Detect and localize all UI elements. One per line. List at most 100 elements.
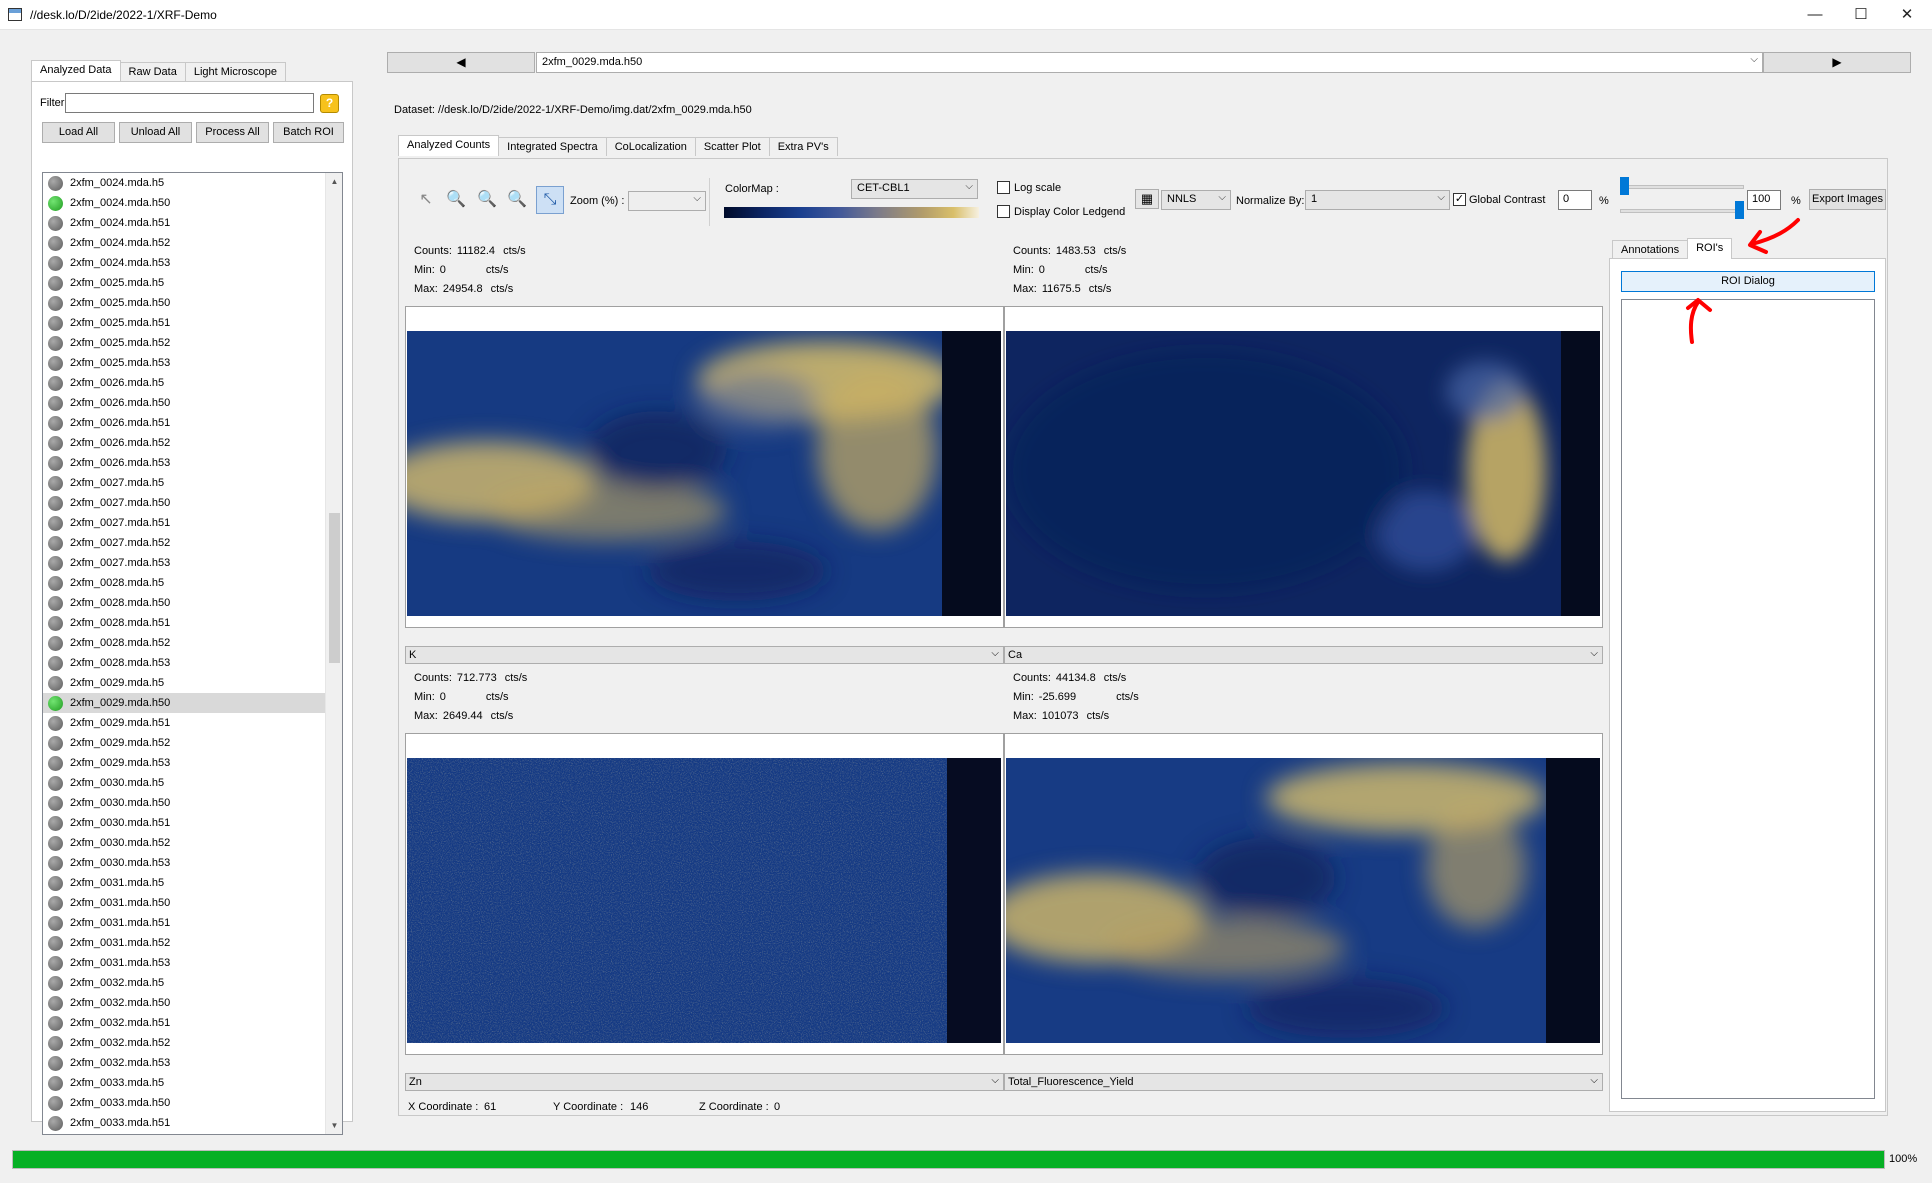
list-item[interactable]: 2xfm_0024.mda.h51 <box>43 213 342 233</box>
pointer-icon[interactable]: ↖ <box>413 187 439 213</box>
list-item[interactable]: 2xfm_0030.mda.h53 <box>43 853 342 873</box>
list-item[interactable]: 2xfm_0030.mda.h50 <box>43 793 342 813</box>
scroll-up-icon[interactable]: ▲ <box>326 173 342 190</box>
list-item[interactable]: 2xfm_0024.mda.h52 <box>43 233 342 253</box>
list-item[interactable]: 2xfm_0031.mda.h51 <box>43 913 342 933</box>
zoom-reset-icon[interactable]: 🔍 <box>504 187 530 213</box>
list-item[interactable]: 2xfm_0026.mda.h50 <box>43 393 342 413</box>
load-all-button[interactable]: Load All <box>42 122 115 143</box>
unload-all-button[interactable]: Unload All <box>119 122 192 143</box>
list-item[interactable]: 2xfm_0025.mda.h52 <box>43 333 342 353</box>
list-item[interactable]: 2xfm_0028.mda.h51 <box>43 613 342 633</box>
list-item[interactable]: 2xfm_0025.mda.h53 <box>43 353 342 373</box>
element-select[interactable]: K ⌵ <box>405 646 1004 664</box>
list-item[interactable]: 2xfm_0026.mda.h52 <box>43 433 342 453</box>
log-scale-checkbox[interactable] <box>997 181 1010 194</box>
contrast-min-slider[interactable] <box>1620 177 1744 195</box>
tab-light-microscope[interactable]: Light Microscope <box>184 62 286 81</box>
global-contrast-checkbox[interactable]: ✓ <box>1453 193 1466 206</box>
element-map-image[interactable] <box>407 331 1001 616</box>
list-item[interactable]: 2xfm_0033.mda.h50 <box>43 1093 342 1113</box>
list-item[interactable]: 2xfm_0033.mda.h51 <box>43 1113 342 1133</box>
list-item[interactable]: 2xfm_0031.mda.h5 <box>43 873 342 893</box>
element-map-image[interactable] <box>1006 758 1600 1043</box>
file-list[interactable]: 2xfm_0024.mda.h5 2xfm_0024.mda.h50 2xfm_00… <box>42 172 343 1135</box>
list-item[interactable]: 2xfm_0028.mda.h50 <box>43 593 342 613</box>
element-select[interactable]: Ca ⌵ <box>1004 646 1603 664</box>
list-item[interactable]: 2xfm_0030.mda.h52 <box>43 833 342 853</box>
list-item[interactable]: 2xfm_0029.mda.h51 <box>43 713 342 733</box>
tab-analyzed-counts[interactable]: Analyzed Counts <box>398 135 500 156</box>
list-item[interactable]: 2xfm_0025.mda.h5 <box>43 273 342 293</box>
list-item[interactable]: 2xfm_0026.mda.h5 <box>43 373 342 393</box>
list-item[interactable]: 2xfm_0028.mda.h5 <box>43 573 342 593</box>
filter-input[interactable] <box>65 93 314 113</box>
list-item[interactable]: 2xfm_0032.mda.h53 <box>43 1053 342 1073</box>
list-item[interactable]: 2xfm_0029.mda.h5 <box>43 673 342 693</box>
element-map-1[interactable] <box>405 306 1004 628</box>
list-item[interactable]: 2xfm_0029.mda.h53 <box>43 753 342 773</box>
scroll-thumb[interactable] <box>329 513 340 663</box>
list-item[interactable]: 2xfm_0024.mda.h53 <box>43 253 342 273</box>
slider-handle[interactable] <box>1620 177 1629 195</box>
help-icon[interactable]: ? <box>320 94 339 113</box>
tab-extra-pvs[interactable]: Extra PV's <box>768 137 838 156</box>
file-select[interactable]: 2xfm_0029.mda.h50 ⌵ <box>536 52 1763 73</box>
list-item[interactable]: 2xfm_0032.mda.h51 <box>43 1013 342 1033</box>
zoom-out-icon[interactable]: 🔍 <box>474 187 500 213</box>
scroll-down-icon[interactable]: ▼ <box>326 1117 342 1134</box>
list-item[interactable]: 2xfm_0026.mda.h51 <box>43 413 342 433</box>
close-button[interactable]: ✕ <box>1884 0 1930 30</box>
tab-analyzed-data[interactable]: Analyzed Data <box>31 60 121 81</box>
minimize-button[interactable]: — <box>1792 0 1838 30</box>
list-item[interactable]: 2xfm_0027.mda.h52 <box>43 533 342 553</box>
list-item[interactable]: 2xfm_0032.mda.h5 <box>43 973 342 993</box>
next-file-button[interactable]: ▶ <box>1763 52 1911 73</box>
list-item[interactable]: 2xfm_0033.mda.h5 <box>43 1073 342 1093</box>
list-item[interactable]: 2xfm_0031.mda.h53 <box>43 953 342 973</box>
tab-integrated-spectra[interactable]: Integrated Spectra <box>498 137 607 156</box>
list-item[interactable]: 2xfm_0032.mda.h52 <box>43 1033 342 1053</box>
tab-rois[interactable]: ROI's <box>1687 238 1733 259</box>
export-images-button[interactable]: Export Images <box>1809 189 1886 210</box>
list-item[interactable]: 2xfm_0030.mda.h5 <box>43 773 342 793</box>
maximize-button[interactable]: ☐ <box>1838 0 1884 30</box>
contrast-max-input[interactable]: 100 <box>1747 190 1781 210</box>
list-item[interactable]: 2xfm_0025.mda.h50 <box>43 293 342 313</box>
fit-view-icon[interactable]: ⤡ <box>536 186 564 214</box>
colormap-select[interactable]: CET-CBL1 ⌵ <box>851 179 978 199</box>
zoom-select[interactable]: ⌵ <box>628 191 706 211</box>
element-map-3[interactable] <box>405 733 1004 1055</box>
normalize-select[interactable]: 1 ⌵ <box>1305 190 1450 210</box>
element-map-2[interactable] <box>1004 306 1603 628</box>
element-select[interactable]: Total_Fluorescence_Yield ⌵ <box>1004 1073 1603 1091</box>
element-map-4[interactable] <box>1004 733 1603 1055</box>
zoom-in-icon[interactable]: 🔍 <box>443 187 469 213</box>
tab-annotations[interactable]: Annotations <box>1612 240 1689 259</box>
prev-file-button[interactable]: ◀ <box>387 52 535 73</box>
element-map-image[interactable] <box>407 758 1001 1043</box>
list-item[interactable]: 2xfm_0027.mda.h53 <box>43 553 342 573</box>
roi-dialog-button[interactable]: ROI Dialog <box>1621 271 1875 292</box>
file-list-scrollbar[interactable]: ▲ ▼ <box>325 173 342 1134</box>
grid-layout-icon[interactable]: ▦ <box>1135 189 1159 209</box>
list-item[interactable]: 2xfm_0026.mda.h53 <box>43 453 342 473</box>
list-item[interactable]: 2xfm_0028.mda.h52 <box>43 633 342 653</box>
tab-raw-data[interactable]: Raw Data <box>119 62 186 81</box>
tab-scatter-plot[interactable]: Scatter Plot <box>694 137 770 156</box>
list-item[interactable]: 2xfm_0027.mda.h5 <box>43 473 342 493</box>
list-item[interactable]: 2xfm_0027.mda.h50 <box>43 493 342 513</box>
list-item[interactable]: 2xfm_0028.mda.h53 <box>43 653 342 673</box>
element-map-image[interactable] <box>1006 331 1600 616</box>
contrast-max-slider[interactable] <box>1620 201 1744 219</box>
list-item[interactable]: 2xfm_0024.mda.h5 <box>43 173 342 193</box>
list-item[interactable]: 2xfm_0029.mda.h50 <box>43 693 342 713</box>
contrast-min-input[interactable]: 0 <box>1558 190 1592 210</box>
list-item[interactable]: 2xfm_0031.mda.h50 <box>43 893 342 913</box>
list-item[interactable]: 2xfm_0025.mda.h51 <box>43 313 342 333</box>
roi-list[interactable] <box>1621 299 1875 1099</box>
list-item[interactable]: 2xfm_0032.mda.h50 <box>43 993 342 1013</box>
list-item[interactable]: 2xfm_0024.mda.h50 <box>43 193 342 213</box>
list-item[interactable]: 2xfm_0027.mda.h51 <box>43 513 342 533</box>
fit-method-select[interactable]: NNLS ⌵ <box>1161 190 1231 210</box>
